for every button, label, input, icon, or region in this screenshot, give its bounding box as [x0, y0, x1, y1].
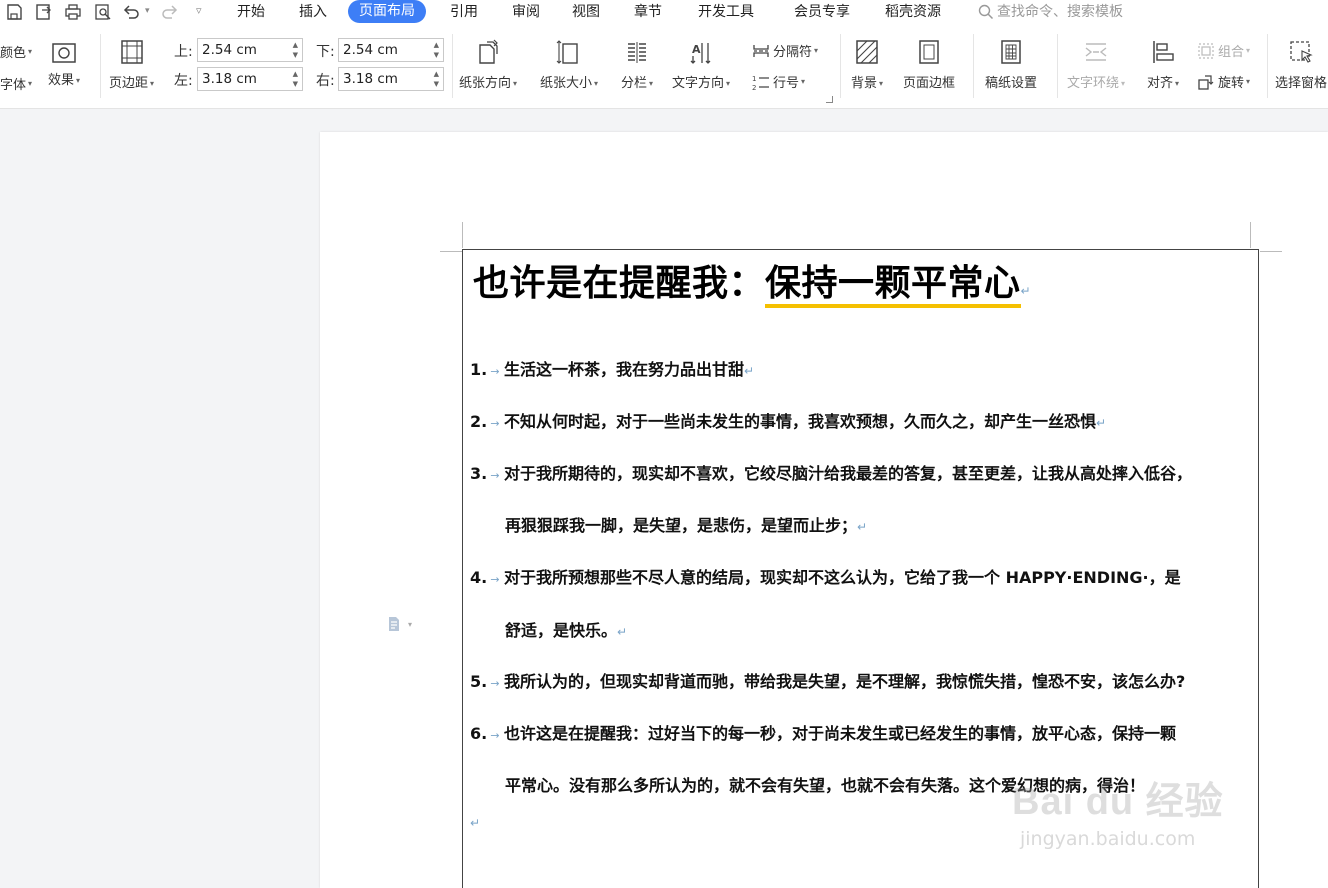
svg-text:1: 1: [752, 75, 756, 83]
spin-down-icon[interactable]: ▼: [293, 51, 298, 59]
tab-home[interactable]: 开始: [237, 0, 265, 24]
margins-button[interactable]: 页边距 ▾: [109, 38, 154, 91]
document-icon: [389, 617, 399, 631]
ribbon-toolbar: 颜色 ▾ 字体 ▾ 效果 ▾ 页边距 ▾ 上: 2.54 cm ▲ ▼ 下: 2.54 c…: [0, 24, 1328, 109]
crop-mark: [462, 222, 463, 248]
list-item[interactable]: 1. → 生活这一杯茶，我在努力品出甘甜↵: [470, 356, 754, 380]
list-item[interactable]: 4. → 对于我所预想那些不尽人意的结局，现实却不这么认为，它给了我一个 HAPPY…: [470, 564, 1181, 588]
tab-review[interactable]: 审阅: [512, 0, 540, 24]
tab-view[interactable]: 视图: [572, 0, 600, 24]
rotate-button[interactable]: 旋转 ▾: [1197, 72, 1250, 91]
orientation-button[interactable]: 纸张方向 ▾: [459, 38, 517, 91]
title-menu-bar: ▾ ▿ 开始 插入 页面布局 引用 审阅 视图 章节 开发工具 会员专享 稻壳资…: [0, 0, 1328, 24]
margin-top-label: 上:: [174, 44, 193, 60]
search-icon: [978, 4, 994, 20]
page-background-button[interactable]: 背景 ▾: [851, 38, 883, 91]
group-button: 组合 ▾: [1197, 41, 1250, 60]
text-wrap-icon: [1082, 38, 1110, 66]
chevron-down-icon: ▾: [408, 619, 413, 629]
margin-bottom-label: 下:: [316, 44, 335, 60]
line-numbers-icon: 12: [752, 75, 769, 91]
tab-page-layout[interactable]: 页面布局: [348, 0, 426, 23]
effect-icon: [50, 42, 78, 64]
spin-down-icon[interactable]: ▼: [434, 80, 439, 88]
undo-dropdown-icon[interactable]: ▾: [145, 6, 150, 16]
export-pdf-icon[interactable]: [34, 2, 54, 22]
svg-text:2: 2: [752, 84, 756, 91]
highlighted-title-text: 保持一颗平常心: [765, 263, 1021, 308]
text-direction-button[interactable]: A 文字方向 ▾: [672, 38, 730, 91]
line-numbers-button[interactable]: 12 行号 ▾: [752, 72, 805, 92]
margin-top-input[interactable]: 2.54 cm ▲ ▼: [197, 38, 303, 62]
margin-right-input[interactable]: 3.18 cm ▲ ▼: [338, 67, 444, 91]
tab-docer[interactable]: 稻壳资源: [885, 0, 941, 24]
tab-chapter[interactable]: 章节: [634, 0, 662, 24]
list-item[interactable]: 2. → 不知从何时起，对于一些尚未发生的事情，我喜欢预想，久而久之，却产生一丝恐惧…: [470, 408, 1106, 432]
align-icon: [1149, 38, 1177, 66]
page-border-icon: [915, 38, 943, 66]
paper-size-button[interactable]: 纸张大小 ▾: [540, 38, 598, 91]
spin-up-icon[interactable]: ▲: [293, 70, 298, 78]
columns-icon: [623, 38, 651, 66]
columns-button[interactable]: 分栏 ▾: [621, 38, 653, 91]
svg-text:A: A: [692, 43, 701, 56]
margin-left-input[interactable]: 3.18 cm ▲ ▼: [197, 67, 303, 91]
align-button[interactable]: 对齐 ▾: [1147, 38, 1179, 91]
redo-icon[interactable]: [160, 2, 180, 22]
theme-color-button[interactable]: 颜色 ▾: [0, 42, 32, 61]
print-preview-icon[interactable]: [93, 2, 113, 22]
tab-insert[interactable]: 插入: [299, 0, 327, 24]
command-search[interactable]: 查找命令、搜索模板: [978, 0, 1123, 24]
save-icon[interactable]: [4, 2, 24, 22]
tab-references[interactable]: 引用: [450, 0, 478, 24]
theme-font-button[interactable]: 字体 ▾: [0, 74, 32, 93]
paper-size-icon: [555, 38, 583, 66]
list-item[interactable]: 6. → 也许这是在提醒我：过好当下的每一秒，对于尚未发生或已经发生的事情，放平心态…: [470, 720, 1176, 744]
paragraph-mark: ↵: [470, 816, 481, 830]
margins-icon: [118, 38, 146, 66]
text-wrap-button: 文字环绕 ▾: [1067, 38, 1125, 91]
text-direction-icon: A: [687, 38, 715, 66]
crop-mark: [1250, 222, 1251, 248]
paragraph-mark: ↵: [1020, 284, 1032, 298]
document-title[interactable]: 也许是在提醒我：保持一颗平常心↵: [473, 254, 1032, 308]
page-break-icon: [753, 44, 769, 57]
list-item-continuation[interactable]: 再狠狠踩我一脚，是失望，是悲伤，是望而止步；↵: [505, 512, 867, 536]
crop-mark: [440, 251, 462, 252]
grid-paper-icon: [997, 38, 1025, 66]
rotate-icon: [1198, 74, 1214, 90]
spin-up-icon[interactable]: ▲: [434, 70, 439, 78]
background-icon: [853, 38, 881, 66]
list-item-continuation[interactable]: 舒适，是快乐。↵: [505, 617, 627, 641]
paragraph-layout-handle[interactable]: ▾: [386, 616, 412, 632]
spin-up-icon[interactable]: ▲: [293, 41, 298, 49]
spin-down-icon[interactable]: ▼: [293, 80, 298, 88]
search-placeholder: 查找命令、搜索模板: [997, 4, 1123, 20]
tab-developer[interactable]: 开发工具: [698, 0, 754, 24]
spin-down-icon[interactable]: ▼: [434, 51, 439, 59]
spin-up-icon[interactable]: ▲: [434, 41, 439, 49]
margin-left-label: 左:: [174, 73, 193, 89]
tab-member[interactable]: 会员专享: [794, 0, 850, 24]
group-icon: [1198, 42, 1214, 59]
customize-quick-access-icon[interactable]: ▿: [196, 4, 202, 17]
orientation-icon: [474, 38, 502, 66]
page-setup-dialog-launcher[interactable]: [826, 96, 833, 103]
list-item[interactable]: 3. → 对于我所期待的，现实却不喜欢，它绞尽脑汁给我最差的答复，甚至更差，让我从高…: [470, 460, 1192, 484]
theme-effect-button[interactable]: 效果 ▾: [48, 42, 80, 88]
margin-right-label: 右:: [316, 73, 335, 89]
page-borders-button[interactable]: 页面边框: [903, 38, 955, 91]
undo-icon[interactable]: [121, 2, 141, 22]
breaks-button[interactable]: 分隔符 ▾: [752, 41, 818, 60]
list-item[interactable]: 5. → 我所认为的，但现实却背道而驰，带给我是失望，是不理解，我惊慌失措，惶恐不安…: [470, 668, 1185, 692]
print-icon[interactable]: [63, 2, 83, 22]
margin-bottom-input[interactable]: 2.54 cm ▲ ▼: [338, 38, 444, 62]
list-item-continuation[interactable]: 平常心。没有那么多所认为的，就不会有失望，也就不会有失落。这个爱幻想的病，得治！: [505, 772, 1145, 796]
crop-mark: [1260, 251, 1282, 252]
grid-paper-settings-button[interactable]: 稿纸设置: [985, 38, 1037, 91]
selection-pane-icon: [1287, 38, 1315, 66]
selection-pane-button[interactable]: 选择窗格: [1275, 38, 1327, 91]
